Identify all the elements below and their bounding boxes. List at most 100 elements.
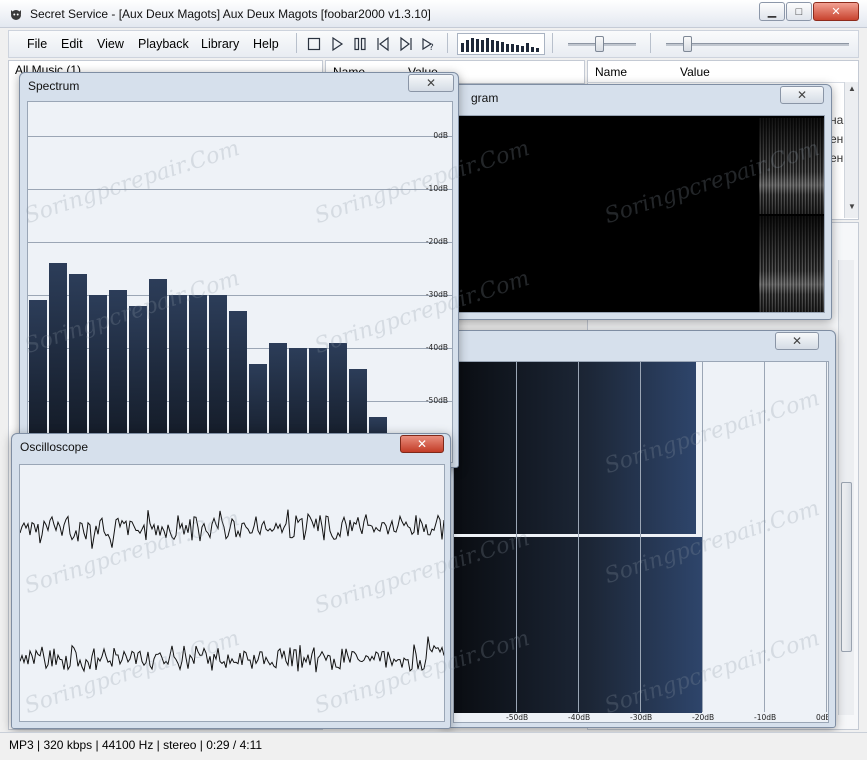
peakmeter-gridline bbox=[764, 362, 765, 712]
random-icon[interactable]: ? bbox=[421, 36, 437, 52]
peakmeter-gridline bbox=[640, 362, 641, 712]
spectrum-db-label: -30dB bbox=[425, 290, 448, 299]
menu-view[interactable]: View bbox=[97, 37, 124, 51]
status-text: MP3 | 320 kbps | 44100 Hz | stereo | 0:2… bbox=[9, 738, 263, 752]
spectrogram-data-channel-1 bbox=[759, 118, 824, 214]
spectrogram-data-channel-2 bbox=[759, 216, 824, 312]
right-lower-scrollbar[interactable] bbox=[838, 260, 854, 715]
column-name[interactable]: Name bbox=[595, 65, 627, 79]
volume-slider[interactable] bbox=[562, 32, 642, 56]
spectrogram-view bbox=[453, 115, 825, 313]
mini-spectrum-bar bbox=[491, 40, 494, 52]
previous-icon[interactable] bbox=[375, 36, 391, 52]
mini-spectrum-bar bbox=[486, 38, 489, 52]
spectrum-db-label: 0dB bbox=[433, 131, 448, 140]
spectrum-title: Spectrum bbox=[28, 79, 80, 93]
close-icon: ✕ bbox=[796, 88, 808, 102]
spectrum-db-label: -50dB bbox=[425, 396, 448, 405]
toolbar-separator bbox=[650, 33, 651, 53]
stop-icon[interactable] bbox=[306, 36, 322, 52]
toolbar-separator bbox=[296, 33, 297, 53]
mini-spectrum-bar bbox=[471, 38, 474, 52]
foobar-app-icon bbox=[8, 6, 24, 22]
peakmeter-scale-label: -20dB bbox=[692, 713, 715, 722]
spectrum-gridline bbox=[28, 136, 452, 137]
spectrum-db-label: -20dB bbox=[425, 237, 448, 246]
mini-spectrum-bar bbox=[516, 45, 519, 52]
spectrogram-window: gram ✕ bbox=[444, 84, 832, 320]
mini-spectrum-bar bbox=[531, 47, 534, 52]
minimize-button[interactable]: ▁ bbox=[759, 2, 785, 21]
mini-spectrum-bar bbox=[501, 42, 504, 52]
oscilloscope-window: Oscilloscope ✕ bbox=[11, 433, 451, 729]
minimize-icon: ▁ bbox=[767, 6, 777, 18]
menu-help[interactable]: Help bbox=[253, 37, 279, 51]
toolbar-separator bbox=[447, 33, 448, 53]
next-icon[interactable] bbox=[398, 36, 414, 52]
mini-spectrum-bar bbox=[526, 43, 529, 52]
close-icon: ✕ bbox=[416, 437, 428, 451]
peakmeter-view: -50dB -40dB -30dB -20dB -10dB 0dB bbox=[453, 361, 829, 723]
peakmeter-scale-label: -40dB bbox=[568, 713, 591, 722]
seek-slider-thumb[interactable] bbox=[683, 36, 692, 52]
properties-scrollbar[interactable]: ▲ ▼ bbox=[844, 82, 858, 218]
maximize-button[interactable]: □ bbox=[786, 2, 812, 21]
menu-playback[interactable]: Playback bbox=[138, 37, 189, 51]
spectrum-window: Spectrum ✕ 0dB -10dB -20dB -30dB -40dB -50dB bbox=[19, 72, 459, 468]
oscilloscope-waveform bbox=[20, 509, 444, 549]
peakmeter-gridline bbox=[578, 362, 579, 712]
close-icon: ✕ bbox=[831, 6, 841, 18]
oscilloscope-title: Oscilloscope bbox=[20, 440, 89, 454]
peakmeter-close-button[interactable]: ✕ bbox=[775, 332, 819, 350]
peakmeter-channel-bar bbox=[454, 362, 696, 534]
mini-spectrum-bar bbox=[521, 46, 524, 52]
pause-icon[interactable] bbox=[352, 36, 368, 52]
column-value[interactable]: Value bbox=[680, 65, 710, 79]
svg-text:?: ? bbox=[429, 43, 434, 52]
oscilloscope-close-button[interactable]: ✕ bbox=[400, 435, 444, 453]
seek-slider[interactable] bbox=[660, 32, 855, 56]
mini-spectrum-bar bbox=[536, 48, 539, 52]
menu-file[interactable]: File bbox=[27, 37, 47, 51]
oscilloscope-view bbox=[19, 464, 445, 722]
play-icon[interactable] bbox=[329, 36, 345, 52]
spectrum-gridline bbox=[28, 242, 452, 243]
close-icon: ✕ bbox=[791, 334, 803, 348]
spectrum-db-label: -10dB bbox=[425, 184, 448, 193]
oscilloscope-waveform bbox=[20, 636, 444, 673]
close-button[interactable]: ✕ bbox=[813, 2, 859, 21]
spectrogram-close-button[interactable]: ✕ bbox=[780, 86, 824, 104]
mini-spectrum-bar bbox=[461, 43, 464, 52]
window-title: Secret Service - [Aux Deux Magots] Aux D… bbox=[30, 7, 431, 21]
peakmeter-gridline bbox=[826, 362, 827, 712]
volume-slider-thumb[interactable] bbox=[595, 36, 604, 52]
scrollbar-thumb[interactable] bbox=[841, 482, 852, 652]
mini-spectrum-bar bbox=[476, 39, 479, 52]
peakmeter-gridline bbox=[702, 362, 703, 712]
menu-edit[interactable]: Edit bbox=[61, 37, 83, 51]
peakmeter-window: ✕ -50dB -40dB -30dB -20dB -10dB 0dB bbox=[444, 330, 836, 728]
mini-spectrum-bar bbox=[466, 40, 469, 52]
peakmeter-scale-label: 0dB bbox=[816, 713, 828, 722]
peakmeter-scale-label: -30dB bbox=[630, 713, 653, 722]
spectrogram-title: gram bbox=[471, 91, 499, 105]
mini-spectrum-bar bbox=[511, 44, 514, 52]
spectrum-view: 0dB -10dB -20dB -30dB -40dB -50dB bbox=[27, 101, 453, 463]
mini-spectrum-bar bbox=[481, 40, 484, 52]
status-bar: MP3 | 320 kbps | 44100 Hz | stereo | 0:2… bbox=[0, 732, 867, 760]
oscilloscope-waveforms bbox=[20, 509, 444, 673]
toolbar-separator bbox=[552, 33, 553, 53]
peakmeter-scale-label: -50dB bbox=[506, 713, 529, 722]
menu-library[interactable]: Library bbox=[201, 37, 239, 51]
spectrum-gridline bbox=[28, 189, 452, 190]
mini-spectrum-visualizer bbox=[457, 33, 545, 55]
spectrum-close-button[interactable]: ✕ bbox=[408, 74, 454, 92]
spectrum-db-label: -40dB bbox=[425, 343, 448, 352]
peakmeter-gridline bbox=[516, 362, 517, 712]
peakmeter-scale-label: -10dB bbox=[754, 713, 777, 722]
title-bar: Secret Service - [Aux Deux Magots] Aux D… bbox=[0, 0, 867, 28]
close-icon: ✕ bbox=[425, 76, 437, 90]
mini-spectrum-bar bbox=[506, 44, 509, 52]
mini-spectrum-bar bbox=[496, 41, 499, 52]
maximize-icon: □ bbox=[795, 5, 803, 18]
